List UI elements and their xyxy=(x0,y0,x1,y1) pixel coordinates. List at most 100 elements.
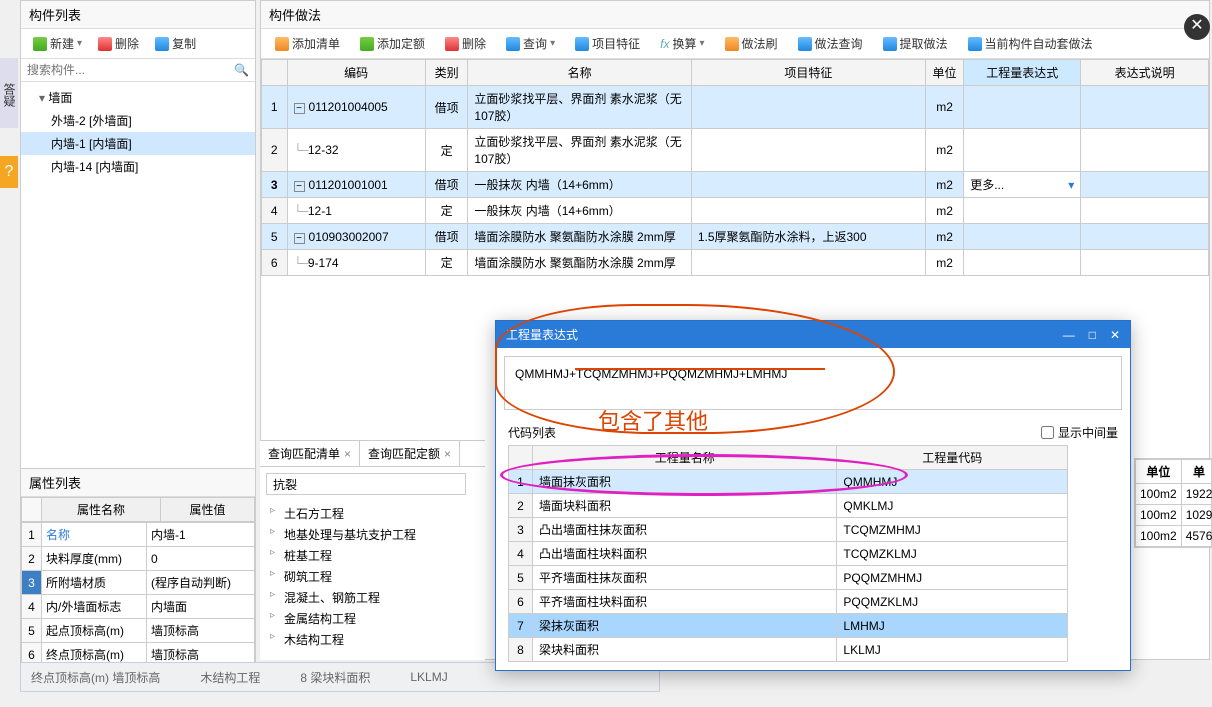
prop-value[interactable]: 0 xyxy=(147,547,255,571)
prop-name[interactable]: 起点顶标高(m) xyxy=(42,619,147,643)
code-row[interactable]: 6 平齐墙面柱块料面积 PQQMZKLMJ xyxy=(509,590,1068,614)
fx-icon: fx xyxy=(660,37,669,51)
expand-icon[interactable]: − xyxy=(294,233,305,244)
row-number: 1 xyxy=(262,86,288,129)
category-tree: 土石方工程地基处理与基坑支护工程桩基工程砌筑工程混凝土、钢筋工程金属结构工程木结… xyxy=(260,501,485,660)
col-name: 名称 xyxy=(468,60,691,86)
qty-code: QMMHMJ xyxy=(837,470,1068,494)
category-item[interactable]: 桩基工程 xyxy=(270,545,475,566)
table-row[interactable]: 2 12-32 定 立面砂浆找平层、界面剂 素水泥浆（无107胶） m2 xyxy=(262,129,1209,172)
dialog-titlebar[interactable]: 工程量表达式 — □ ✕ xyxy=(496,321,1130,348)
cell-expression[interactable] xyxy=(964,86,1081,129)
category-item[interactable]: 木结构工程 xyxy=(270,629,475,650)
cell-expression[interactable] xyxy=(964,250,1081,276)
code-row[interactable]: 7 梁抹灰面积 LMHMJ xyxy=(509,614,1068,638)
method-table: 编码 类别 名称 项目特征 单位 工程量表达式 表达式说明 1 −0112010… xyxy=(261,59,1209,276)
add-quota-button[interactable]: 添加定额 xyxy=(354,33,431,54)
cell-code[interactable]: 9-174 xyxy=(287,250,425,276)
expand-icon[interactable]: − xyxy=(294,103,305,114)
category-item[interactable]: 金属结构工程 xyxy=(270,608,475,629)
row-number: 1 xyxy=(509,470,533,494)
auto-icon xyxy=(968,37,982,51)
feature-icon xyxy=(575,37,589,51)
cell-expression[interactable] xyxy=(964,224,1081,250)
chevron-down-icon[interactable]: ▾ xyxy=(1068,178,1074,192)
cell-expression[interactable]: 更多...▾ xyxy=(964,172,1081,198)
cell-expression[interactable] xyxy=(964,198,1081,224)
minimize-icon[interactable]: — xyxy=(1063,328,1075,342)
search-icon[interactable]: 🔍 xyxy=(228,59,255,81)
qty-name: 平齐墙面柱块料面积 xyxy=(533,590,837,614)
property-title: 属性列表 xyxy=(21,469,255,497)
code-row[interactable]: 5 平齐墙面柱抹灰面积 PQQMZMHMJ xyxy=(509,566,1068,590)
row-number: 1 xyxy=(22,523,42,547)
prop-value[interactable]: 墙顶标高 xyxy=(147,619,255,643)
col-unit: 单位 xyxy=(925,60,963,86)
table-row[interactable]: 4 12-1 定 一般抹灰 内墙（14+6mm） m2 xyxy=(262,198,1209,224)
auto-apply-button[interactable]: 当前构件自动套做法 xyxy=(962,33,1099,54)
tree-parent-wall[interactable]: 墙面 xyxy=(21,86,255,109)
search-input[interactable] xyxy=(21,59,228,81)
query-method-button[interactable]: 做法查询 xyxy=(792,33,869,54)
tree-item[interactable]: 内墙-1 [内墙面] xyxy=(21,132,255,155)
table-row[interactable]: 6 9-174 定 墙面涂膜防水 聚氨酯防水涂膜 2mm厚 m2 xyxy=(262,250,1209,276)
cell-code[interactable]: 12-1 xyxy=(287,198,425,224)
close-icon[interactable]: × xyxy=(444,447,451,461)
code-row[interactable]: 8 梁块料面积 LKLMJ xyxy=(509,638,1068,662)
delete-button[interactable]: 删除 xyxy=(92,33,145,54)
prop-value[interactable]: 内墙面 xyxy=(147,595,255,619)
prop-name[interactable]: 所附墙材质 xyxy=(42,571,147,595)
qty-name: 墙面块料面积 xyxy=(533,494,837,518)
prop-name[interactable]: 名称 xyxy=(42,523,147,547)
qty-code: PQQMZKLMJ xyxy=(837,590,1068,614)
tab-match-quota[interactable]: 查询匹配定额× xyxy=(360,441,460,466)
show-middle-checkbox[interactable]: 显示中间量 xyxy=(1041,424,1118,441)
cell-feature xyxy=(691,198,925,224)
category-item[interactable]: 混凝土、钢筋工程 xyxy=(270,587,475,608)
table-row[interactable]: 5 −010903002007 借项 墙面涂膜防水 聚氨酯防水涂膜 2mm厚 1… xyxy=(262,224,1209,250)
qty-code: LKLMJ xyxy=(837,638,1068,662)
new-button[interactable]: 新建▾ xyxy=(27,33,88,54)
table-row[interactable]: 3 −011201001001 借项 一般抹灰 内墙（14+6mm） m2 更多… xyxy=(262,172,1209,198)
maximize-icon[interactable]: □ xyxy=(1089,328,1096,342)
add-list-button[interactable]: 添加清单 xyxy=(269,33,346,54)
code-row[interactable]: 3 凸出墙面柱抹灰面积 TCQMZMHMJ xyxy=(509,518,1068,542)
tree-item[interactable]: 内墙-14 [内墙面] xyxy=(21,155,255,178)
brush-button[interactable]: 做法刷 xyxy=(719,33,784,54)
extract-button[interactable]: 提取做法 xyxy=(877,33,954,54)
prop-name[interactable]: 块料厚度(mm) xyxy=(42,547,147,571)
method-title: 构件做法 xyxy=(261,1,1209,29)
help-icon[interactable]: ? xyxy=(0,156,18,188)
cell-code[interactable]: −011201001001 xyxy=(287,172,425,198)
table-row[interactable]: 1 −011201004005 借项 立面砂浆找平层、界面剂 素水泥浆（无107… xyxy=(262,86,1209,129)
cell-code[interactable]: −010903002007 xyxy=(287,224,425,250)
tree-item[interactable]: 外墙-2 [外墙面] xyxy=(21,109,255,132)
expand-icon[interactable]: − xyxy=(294,181,305,192)
project-feature-button[interactable]: 项目特征 xyxy=(569,33,646,54)
prop-value[interactable]: (程序自动判断) xyxy=(147,571,255,595)
row-number: 3 xyxy=(262,172,288,198)
copy-button[interactable]: 复制 xyxy=(149,33,202,54)
close-icon[interactable]: ✕ xyxy=(1110,328,1120,342)
cell-code[interactable]: 12-32 xyxy=(287,129,425,172)
category-item[interactable]: 地基处理与基坑支护工程 xyxy=(270,524,475,545)
code-row[interactable]: 2 墙面块料面积 QMKLMJ xyxy=(509,494,1068,518)
code-row[interactable]: 1 墙面抹灰面积 QMMHMJ xyxy=(509,470,1068,494)
expression-input[interactable]: QMMHMJ+TCQMZMHMJ+PQQMZMHMJ+LMHMJ xyxy=(504,356,1122,410)
qty-name: 梁块料面积 xyxy=(533,638,837,662)
category-filter-input[interactable] xyxy=(266,473,466,495)
col-expression[interactable]: 工程量表达式 xyxy=(964,60,1081,86)
category-item[interactable]: 土石方工程 xyxy=(270,503,475,524)
cell-expression[interactable] xyxy=(964,129,1081,172)
query-button[interactable]: 查询▾ xyxy=(500,33,561,54)
close-icon[interactable]: ✕ xyxy=(1184,14,1210,40)
category-item[interactable]: 砌筑工程 xyxy=(270,566,475,587)
code-row[interactable]: 4 凸出墙面柱块料面积 TCQMZKLMJ xyxy=(509,542,1068,566)
delete-method-button[interactable]: 删除 xyxy=(439,33,492,54)
convert-button[interactable]: fx换算▾ xyxy=(654,33,710,54)
prop-value[interactable]: 内墙-1 xyxy=(147,523,255,547)
cell-code[interactable]: −011201004005 xyxy=(287,86,425,129)
prop-name[interactable]: 内/外墙面标志 xyxy=(42,595,147,619)
close-icon[interactable]: × xyxy=(344,447,351,461)
tab-match-list[interactable]: 查询匹配清单× xyxy=(260,441,360,466)
